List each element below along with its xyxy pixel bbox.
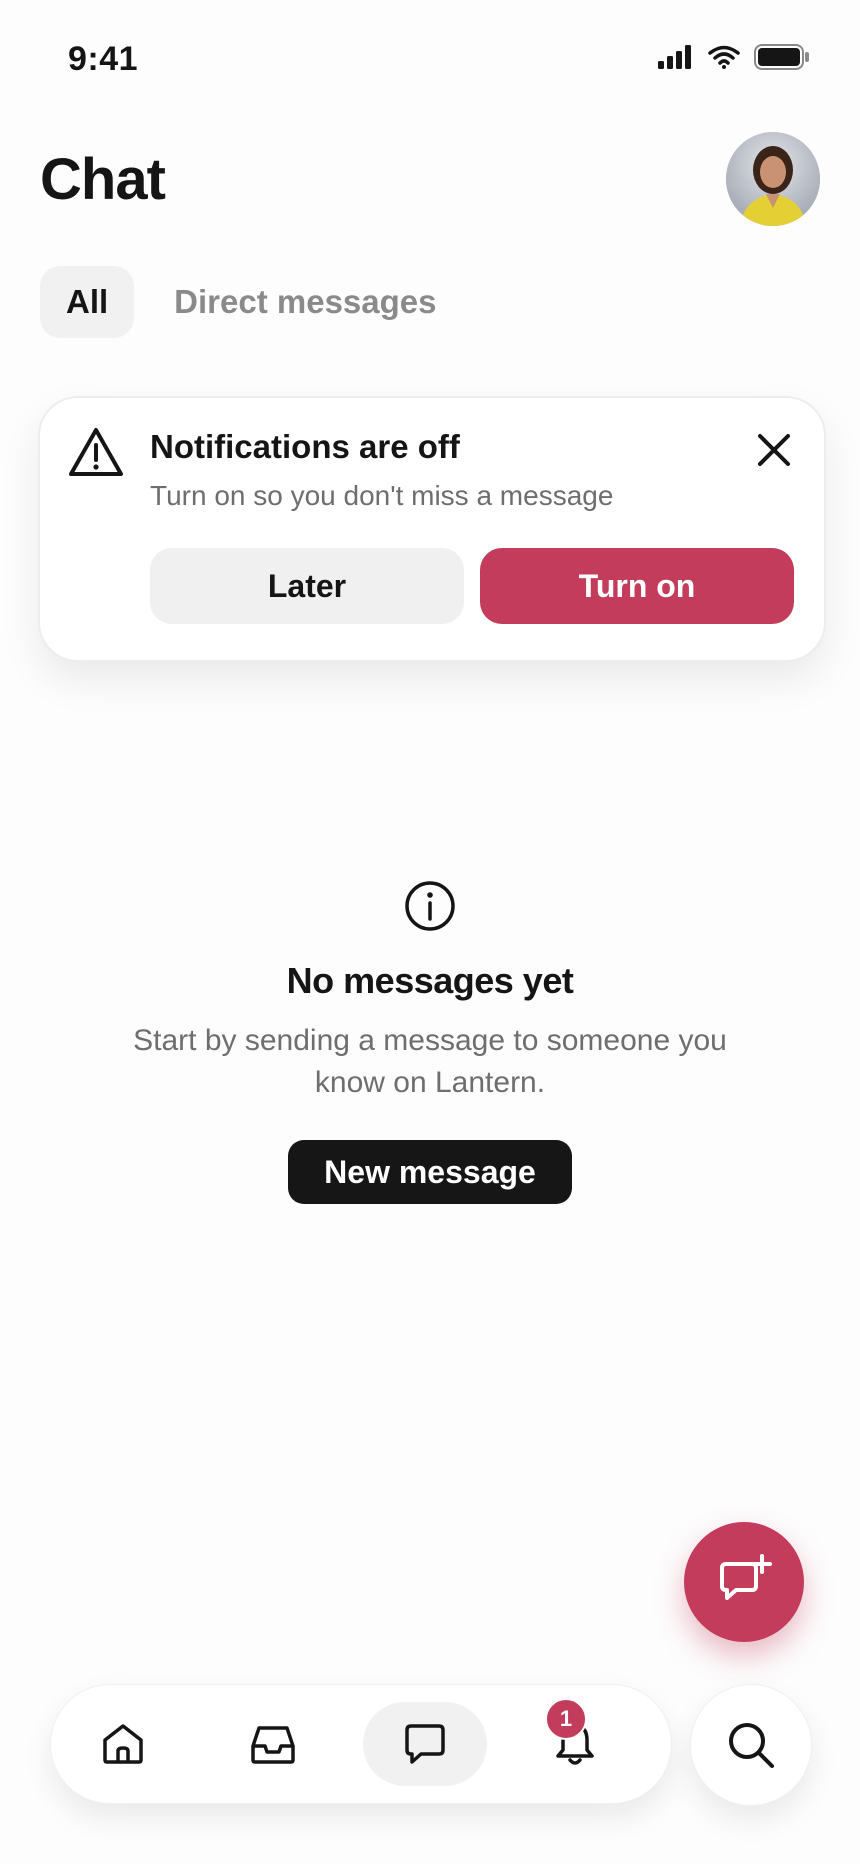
empty-state-title: No messages yet <box>286 960 574 1001</box>
notification-subtitle: Turn on so you don't miss a message <box>150 480 614 511</box>
info-icon <box>405 881 455 931</box>
empty-state-subtitle: Start by sending a message to someone yo… <box>133 1024 727 1099</box>
turn-on-button[interactable]: Turn on <box>480 548 794 624</box>
notification-title: Notifications are off <box>150 428 460 465</box>
tab-all[interactable]: All <box>40 266 135 338</box>
avatar-photo <box>726 132 820 226</box>
inbox-icon <box>251 1726 295 1764</box>
tab-direct-messages[interactable]: Direct messages <box>160 266 462 338</box>
nav-chat[interactable] <box>363 1702 487 1786</box>
signal-icon <box>658 45 691 69</box>
notifications-off-card: Notifications are off Turn on so you don… <box>38 396 826 662</box>
avatar[interactable] <box>726 132 820 226</box>
warning-icon <box>69 428 123 476</box>
status-icons <box>658 44 810 70</box>
page-title: Chat <box>40 147 166 212</box>
nav-inbox[interactable] <box>211 1702 335 1786</box>
notification-count-badge: 1 <box>545 1698 587 1740</box>
wifi-icon <box>708 45 740 69</box>
search-button[interactable] <box>690 1684 812 1806</box>
later-button[interactable]: Later <box>150 548 464 624</box>
close-icon[interactable] <box>754 430 794 470</box>
nav-home[interactable] <box>61 1702 185 1786</box>
chat-icon <box>405 1724 445 1764</box>
chat-tabs: All Direct messages <box>40 266 463 338</box>
new-message-button[interactable]: New message <box>288 1140 572 1204</box>
new-chat-icon <box>720 1554 772 1600</box>
search-icon <box>729 1723 774 1768</box>
status-time: 9:41 <box>68 40 139 78</box>
home-icon <box>103 1724 143 1764</box>
compose-fab[interactable] <box>684 1522 804 1642</box>
battery-icon <box>754 44 809 70</box>
